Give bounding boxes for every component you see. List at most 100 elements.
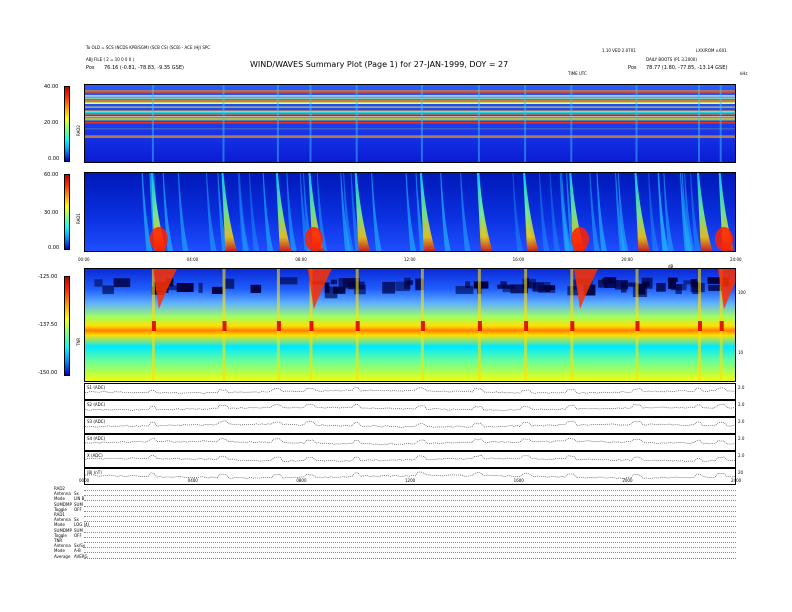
mid-time-tick: 04:00 (186, 257, 199, 262)
rad1-svg (85, 173, 735, 251)
tnr-dark-block (407, 280, 413, 285)
header-meta-right-2: DAILY BOOTS (P1 3.2000) (646, 57, 697, 62)
right-pos-value: 78.77 (1.80, -77.85, -13.14 GSE) (646, 65, 728, 71)
rad2-emission-line (85, 113, 735, 115)
tnr-dark-block (333, 286, 346, 294)
header-meta-left-1: To OLD = SCS (NCDS KPB/SGM) (SCB CS) (SC… (86, 45, 211, 50)
rad2-emission-line (85, 90, 735, 91)
tnr-right-tick-10: 10 (738, 350, 744, 355)
tnr-dark-block (690, 283, 705, 293)
line-plot-trace (84, 403, 737, 411)
tnr-dark-block (642, 281, 650, 287)
rad2-svg (85, 85, 735, 162)
rad2-emission-line (85, 102, 735, 104)
rad2-burst (719, 85, 722, 162)
tnr-dark-block (538, 285, 556, 293)
tnr-dark-block (167, 285, 183, 291)
tnr-tick-bot: -150.00 (38, 370, 58, 376)
header-meta-right-1: 1.10 VED 2.0701 (602, 48, 636, 53)
line-plot-right-tick: 2.0 (738, 453, 745, 458)
footer-dotted-line (84, 500, 736, 502)
rad2-burst (570, 85, 573, 162)
rad1-tick-top: 60.00 (44, 172, 59, 178)
tnr-dark-block (94, 279, 103, 287)
line-plot-panel (84, 417, 737, 434)
rad2-burst (524, 85, 527, 162)
time-axis-label: TIME UTC (568, 71, 587, 76)
rad1-strong-burst (304, 227, 323, 251)
rad1-colorbar (64, 174, 70, 250)
line-plot-svg (84, 386, 737, 394)
footer-dotted-line (84, 536, 736, 538)
footer-dotted-line (84, 495, 736, 497)
tnr-burst-core (524, 321, 529, 331)
bottom-time-tick: 2000 (622, 478, 633, 483)
rad2-tick-bot: 0.00 (48, 156, 60, 162)
tnr-dark-block (502, 286, 512, 293)
rad1-spectrogram (84, 172, 736, 252)
tnr-dark-block (198, 282, 203, 293)
rad2-emission-line (85, 111, 735, 114)
line-plot-svg (84, 420, 737, 428)
bottom-time-tick: 1600 (513, 478, 524, 483)
rad2-emission-line (85, 122, 735, 124)
rad2-emission-line (85, 136, 735, 138)
right-pos-label: Pos (628, 65, 637, 71)
footer-dotted-line (84, 516, 736, 517)
rad2-burst (420, 85, 423, 162)
tnr-spectrogram (84, 268, 736, 382)
mid-time-tick: 12:00 (404, 257, 416, 262)
tnr-burst-core (355, 321, 360, 331)
tnr-dark-block (632, 285, 648, 297)
rad1-label: RAD1 (76, 213, 81, 224)
line-plot-trace (84, 437, 737, 445)
footer-dotted-line (84, 531, 736, 533)
tnr-burst-core (309, 321, 314, 331)
rad2-label: RAD2 (76, 125, 81, 136)
rad2-emission-line (85, 97, 735, 98)
rad1-strong-burst (715, 227, 733, 251)
tnr-burst-core (635, 321, 640, 331)
tnr-label: TNR (76, 337, 81, 346)
rad2-burst (222, 85, 225, 162)
line-plot-label: S1 (ADC) (87, 385, 106, 390)
tnr-burst-core (698, 321, 702, 331)
rad2-emission-line (85, 92, 735, 94)
tnr-dark-block (224, 278, 235, 289)
tnr-dark-block (113, 278, 131, 288)
line-plot-trace (84, 420, 737, 428)
rad2-emission-line (85, 120, 735, 121)
line-plot-svg (84, 454, 737, 462)
mid-time-tick: 00:00 (78, 257, 90, 262)
tnr-dark-block (382, 281, 396, 294)
tnr-burst-core (719, 321, 724, 331)
line-plot-panel (84, 383, 737, 400)
tnr-svg (85, 269, 735, 381)
rad2-emission-line (85, 106, 735, 108)
footer-dotted-line (84, 547, 736, 549)
footer-dotted-line (84, 505, 736, 507)
line-plot-panel (84, 451, 737, 468)
rad2-burst (698, 85, 700, 162)
tnr-dark-block (675, 284, 682, 294)
rad2-burst (355, 85, 358, 162)
tnr-burst-core (276, 321, 281, 331)
line-plot-label: S4 (ADC) (87, 436, 106, 441)
tnr-dark-block (330, 279, 337, 285)
mid-time-tick: 20:00 (621, 257, 633, 262)
line-plot-label: X (ADC) (87, 453, 103, 458)
footer-setting-value: OFF (74, 506, 82, 512)
tnr-dark-block (455, 285, 474, 294)
rad1-strong-burst (571, 227, 589, 251)
footer-dotted-line (84, 526, 736, 528)
bottom-time-tick: 0800 (296, 478, 307, 483)
rad1-tick-mid: 30.00 (44, 210, 59, 216)
rad2-emission-line (85, 99, 735, 101)
tnr-burst-core (420, 321, 425, 331)
bottom-time-tick: 0000 (79, 478, 90, 483)
rad2-burst (477, 85, 480, 162)
footer-setting-value: OFF (74, 532, 82, 538)
line-plot-label: S2 (ADC) (87, 402, 106, 407)
footer-dotted-line (84, 521, 736, 523)
header-meta-left-2: ABJ FILE ( 2 = 10 0 0 0 ) (86, 57, 135, 62)
